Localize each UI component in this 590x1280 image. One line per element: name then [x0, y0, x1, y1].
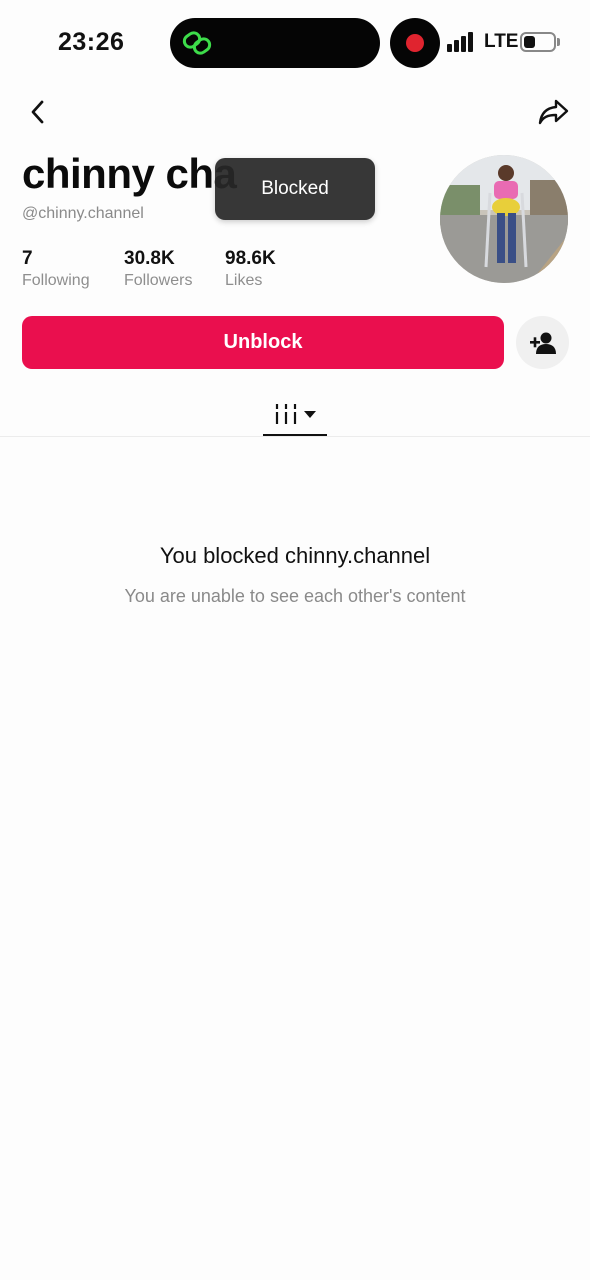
tab-divider	[0, 436, 590, 437]
share-button[interactable]	[532, 92, 576, 132]
stat-value: 98.6K	[225, 248, 276, 269]
chevron-left-icon	[31, 100, 44, 124]
profile-name: chinny cha	[22, 150, 237, 197]
blocked-toast: Blocked	[215, 158, 375, 220]
person-add-icon	[529, 332, 556, 354]
network-type: LTE	[484, 31, 519, 52]
stat-label: Likes	[225, 272, 263, 289]
videos-grid-icon	[275, 404, 296, 424]
stat-value: 7	[22, 248, 33, 269]
stat-label: Following	[22, 272, 90, 289]
add-friend-button[interactable]	[516, 316, 569, 369]
recording-dot-icon	[406, 34, 424, 52]
tab-videos[interactable]	[263, 392, 327, 436]
blocked-title: You blocked chinny.channel	[159, 543, 431, 568]
stat-likes[interactable]: 98.6K Likes	[225, 248, 276, 290]
share-arrow-icon	[538, 99, 569, 125]
back-button[interactable]	[18, 92, 58, 132]
status-time: 23:26	[58, 28, 125, 56]
dynamic-island	[170, 18, 380, 68]
unblock-button[interactable]: Unblock	[22, 316, 504, 369]
blocked-subtitle: You are unable to see each other's conte…	[124, 586, 466, 606]
battery-icon	[520, 32, 556, 52]
link-icon	[182, 31, 212, 55]
stat-following[interactable]: 7 Following	[22, 248, 90, 290]
battery-tip	[557, 38, 560, 46]
profile-handle: @chinny.channel	[22, 205, 144, 222]
caret-down-icon	[303, 411, 316, 418]
avatar[interactable]	[440, 155, 568, 283]
status-bar: 23:26 LTE	[0, 0, 590, 86]
stat-followers[interactable]: 30.8K Followers	[124, 248, 192, 290]
avatar-photo	[440, 155, 568, 283]
stat-label: Followers	[124, 272, 193, 289]
recording-indicator	[390, 18, 440, 68]
stat-value: 30.8K	[124, 248, 175, 269]
signal-icon	[447, 32, 475, 52]
